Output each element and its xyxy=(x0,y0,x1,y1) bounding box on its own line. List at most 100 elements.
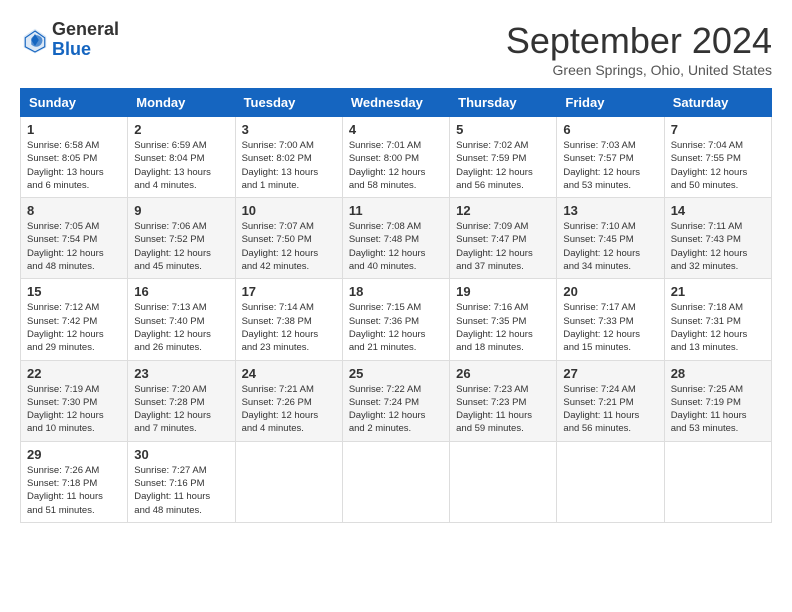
day-info: Sunrise: 7:06 AM Sunset: 7:52 PM Dayligh… xyxy=(134,220,228,273)
day-number: 3 xyxy=(242,122,336,137)
calendar-cell: 15 Sunrise: 7:12 AM Sunset: 7:42 PM Dayl… xyxy=(21,279,128,360)
day-number: 5 xyxy=(456,122,550,137)
calendar-cell: 29 Sunrise: 7:26 AM Sunset: 7:18 PM Dayl… xyxy=(21,441,128,522)
day-number: 21 xyxy=(671,284,765,299)
day-number: 29 xyxy=(27,447,121,462)
day-info: Sunrise: 7:04 AM Sunset: 7:55 PM Dayligh… xyxy=(671,139,765,192)
day-number: 13 xyxy=(563,203,657,218)
calendar-cell: 12 Sunrise: 7:09 AM Sunset: 7:47 PM Dayl… xyxy=(450,198,557,279)
calendar-cell: 16 Sunrise: 7:13 AM Sunset: 7:40 PM Dayl… xyxy=(128,279,235,360)
calendar-cell: 20 Sunrise: 7:17 AM Sunset: 7:33 PM Dayl… xyxy=(557,279,664,360)
calendar-cell: 7 Sunrise: 7:04 AM Sunset: 7:55 PM Dayli… xyxy=(664,117,771,198)
calendar-cell: 13 Sunrise: 7:10 AM Sunset: 7:45 PM Dayl… xyxy=(557,198,664,279)
day-info: Sunrise: 7:01 AM Sunset: 8:00 PM Dayligh… xyxy=(349,139,443,192)
day-number: 9 xyxy=(134,203,228,218)
calendar-week-5: 29 Sunrise: 7:26 AM Sunset: 7:18 PM Dayl… xyxy=(21,441,772,522)
day-number: 19 xyxy=(456,284,550,299)
day-number: 22 xyxy=(27,366,121,381)
day-number: 11 xyxy=(349,203,443,218)
day-number: 7 xyxy=(671,122,765,137)
day-number: 26 xyxy=(456,366,550,381)
day-number: 14 xyxy=(671,203,765,218)
day-info: Sunrise: 7:13 AM Sunset: 7:40 PM Dayligh… xyxy=(134,301,228,354)
calendar-cell: 2 Sunrise: 6:59 AM Sunset: 8:04 PM Dayli… xyxy=(128,117,235,198)
calendar-cell: 23 Sunrise: 7:20 AM Sunset: 7:28 PM Dayl… xyxy=(128,360,235,441)
month-title: September 2024 xyxy=(506,20,772,62)
day-number: 30 xyxy=(134,447,228,462)
day-number: 10 xyxy=(242,203,336,218)
calendar-cell: 25 Sunrise: 7:22 AM Sunset: 7:24 PM Dayl… xyxy=(342,360,449,441)
logo-general-text: General xyxy=(52,20,119,40)
day-number: 20 xyxy=(563,284,657,299)
calendar-cell: 9 Sunrise: 7:06 AM Sunset: 7:52 PM Dayli… xyxy=(128,198,235,279)
day-number: 28 xyxy=(671,366,765,381)
day-number: 1 xyxy=(27,122,121,137)
day-number: 27 xyxy=(563,366,657,381)
calendar-cell xyxy=(342,441,449,522)
calendar-cell: 5 Sunrise: 7:02 AM Sunset: 7:59 PM Dayli… xyxy=(450,117,557,198)
day-info: Sunrise: 7:03 AM Sunset: 7:57 PM Dayligh… xyxy=(563,139,657,192)
calendar-cell: 26 Sunrise: 7:23 AM Sunset: 7:23 PM Dayl… xyxy=(450,360,557,441)
day-info: Sunrise: 7:10 AM Sunset: 7:45 PM Dayligh… xyxy=(563,220,657,273)
day-info: Sunrise: 7:17 AM Sunset: 7:33 PM Dayligh… xyxy=(563,301,657,354)
day-number: 23 xyxy=(134,366,228,381)
calendar-cell xyxy=(450,441,557,522)
calendar-table: SundayMondayTuesdayWednesdayThursdayFrid… xyxy=(20,88,772,523)
day-info: Sunrise: 7:18 AM Sunset: 7:31 PM Dayligh… xyxy=(671,301,765,354)
day-info: Sunrise: 7:27 AM Sunset: 7:16 PM Dayligh… xyxy=(134,464,228,517)
day-number: 25 xyxy=(349,366,443,381)
calendar-cell: 11 Sunrise: 7:08 AM Sunset: 7:48 PM Dayl… xyxy=(342,198,449,279)
weekday-header-tuesday: Tuesday xyxy=(235,89,342,117)
day-info: Sunrise: 7:25 AM Sunset: 7:19 PM Dayligh… xyxy=(671,383,765,436)
weekday-header-thursday: Thursday xyxy=(450,89,557,117)
day-info: Sunrise: 7:23 AM Sunset: 7:23 PM Dayligh… xyxy=(456,383,550,436)
location-subtitle: Green Springs, Ohio, United States xyxy=(506,62,772,78)
day-number: 4 xyxy=(349,122,443,137)
day-number: 12 xyxy=(456,203,550,218)
day-info: Sunrise: 7:07 AM Sunset: 7:50 PM Dayligh… xyxy=(242,220,336,273)
day-info: Sunrise: 7:15 AM Sunset: 7:36 PM Dayligh… xyxy=(349,301,443,354)
day-info: Sunrise: 7:05 AM Sunset: 7:54 PM Dayligh… xyxy=(27,220,121,273)
day-number: 18 xyxy=(349,284,443,299)
calendar-cell xyxy=(557,441,664,522)
day-info: Sunrise: 7:09 AM Sunset: 7:47 PM Dayligh… xyxy=(456,220,550,273)
day-info: Sunrise: 6:58 AM Sunset: 8:05 PM Dayligh… xyxy=(27,139,121,192)
calendar-cell: 8 Sunrise: 7:05 AM Sunset: 7:54 PM Dayli… xyxy=(21,198,128,279)
day-number: 16 xyxy=(134,284,228,299)
day-number: 17 xyxy=(242,284,336,299)
page-header: General Blue September 2024 Green Spring… xyxy=(20,20,772,78)
calendar-cell xyxy=(664,441,771,522)
logo: General Blue xyxy=(20,20,119,60)
day-info: Sunrise: 7:26 AM Sunset: 7:18 PM Dayligh… xyxy=(27,464,121,517)
weekday-header-wednesday: Wednesday xyxy=(342,89,449,117)
title-section: September 2024 Green Springs, Ohio, Unit… xyxy=(506,20,772,78)
calendar-week-2: 8 Sunrise: 7:05 AM Sunset: 7:54 PM Dayli… xyxy=(21,198,772,279)
day-info: Sunrise: 7:00 AM Sunset: 8:02 PM Dayligh… xyxy=(242,139,336,192)
calendar-cell: 27 Sunrise: 7:24 AM Sunset: 7:21 PM Dayl… xyxy=(557,360,664,441)
calendar-cell: 28 Sunrise: 7:25 AM Sunset: 7:19 PM Dayl… xyxy=(664,360,771,441)
day-info: Sunrise: 7:22 AM Sunset: 7:24 PM Dayligh… xyxy=(349,383,443,436)
calendar-cell xyxy=(235,441,342,522)
calendar-cell: 22 Sunrise: 7:19 AM Sunset: 7:30 PM Dayl… xyxy=(21,360,128,441)
day-number: 15 xyxy=(27,284,121,299)
calendar-cell: 10 Sunrise: 7:07 AM Sunset: 7:50 PM Dayl… xyxy=(235,198,342,279)
day-info: Sunrise: 7:14 AM Sunset: 7:38 PM Dayligh… xyxy=(242,301,336,354)
calendar-cell: 30 Sunrise: 7:27 AM Sunset: 7:16 PM Dayl… xyxy=(128,441,235,522)
day-info: Sunrise: 7:16 AM Sunset: 7:35 PM Dayligh… xyxy=(456,301,550,354)
calendar-cell: 17 Sunrise: 7:14 AM Sunset: 7:38 PM Dayl… xyxy=(235,279,342,360)
day-info: Sunrise: 6:59 AM Sunset: 8:04 PM Dayligh… xyxy=(134,139,228,192)
calendar-week-3: 15 Sunrise: 7:12 AM Sunset: 7:42 PM Dayl… xyxy=(21,279,772,360)
day-number: 8 xyxy=(27,203,121,218)
calendar-cell: 24 Sunrise: 7:21 AM Sunset: 7:26 PM Dayl… xyxy=(235,360,342,441)
weekday-header-friday: Friday xyxy=(557,89,664,117)
day-info: Sunrise: 7:20 AM Sunset: 7:28 PM Dayligh… xyxy=(134,383,228,436)
day-number: 24 xyxy=(242,366,336,381)
logo-blue-text: Blue xyxy=(52,40,119,60)
calendar-header-row: SundayMondayTuesdayWednesdayThursdayFrid… xyxy=(21,89,772,117)
calendar-cell: 4 Sunrise: 7:01 AM Sunset: 8:00 PM Dayli… xyxy=(342,117,449,198)
calendar-cell: 19 Sunrise: 7:16 AM Sunset: 7:35 PM Dayl… xyxy=(450,279,557,360)
calendar-cell: 3 Sunrise: 7:00 AM Sunset: 8:02 PM Dayli… xyxy=(235,117,342,198)
day-number: 2 xyxy=(134,122,228,137)
weekday-header-monday: Monday xyxy=(128,89,235,117)
day-info: Sunrise: 7:02 AM Sunset: 7:59 PM Dayligh… xyxy=(456,139,550,192)
